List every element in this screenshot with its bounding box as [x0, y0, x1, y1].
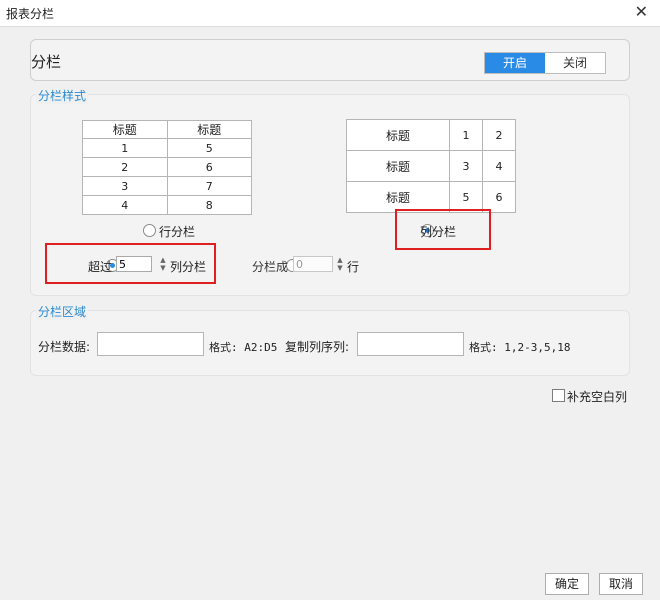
col-split-label: 列分栏 [420, 225, 457, 239]
col-preview-header: 标题 [345, 150, 451, 182]
ok-button[interactable]: 确定 [545, 573, 589, 595]
col-preview-cell: 3 [449, 150, 484, 182]
exceed-spinner-icon[interactable]: ▲ ▼ [158, 256, 168, 272]
row-preview-cell: 8 [166, 195, 252, 215]
col-preview-table: 标题 1 2 标题 3 4 标题 5 6 [345, 119, 516, 213]
toggle-off-button[interactable]: 关闭 [545, 53, 605, 73]
title-bar: 报表分栏 ✕ [0, 0, 660, 27]
row-preview-cell: 7 [166, 176, 252, 196]
toggle-on-button[interactable]: 开启 [485, 53, 545, 73]
split-data-label: 分栏数据: [38, 340, 91, 354]
col-preview-cell: 4 [482, 150, 516, 182]
fill-blank-columns-checkbox[interactable] [552, 389, 565, 402]
split-into-rows-input[interactable] [293, 256, 333, 272]
cancel-button[interactable]: 取消 [599, 573, 643, 595]
style-section-title: 分栏样式 [36, 87, 89, 104]
row-split-radio[interactable] [143, 224, 156, 237]
row-preview-cell: 3 [82, 176, 168, 196]
col-preview-header: 标题 [345, 181, 451, 213]
row-preview-header: 标题 [166, 120, 252, 139]
row-split-label: 行分栏 [159, 225, 196, 239]
row-preview-cell: 4 [82, 195, 168, 215]
copy-columns-input[interactable] [357, 332, 464, 356]
fill-blank-columns-label: 补充空白列 [567, 390, 628, 404]
split-into-suffix: 行 [347, 260, 360, 274]
col-preview-cell: 5 [449, 181, 484, 213]
col-preview-header: 标题 [345, 119, 451, 151]
split-label: 分栏 [31, 53, 62, 71]
split-toggle: 开启 关闭 [484, 52, 606, 74]
window-title: 报表分栏 [6, 7, 55, 21]
exceed-label: 超过 [88, 260, 113, 274]
copy-columns-label: 复制列序列: [285, 340, 350, 354]
row-preview-cell: 5 [166, 138, 252, 158]
col-preview-cell: 2 [482, 119, 516, 151]
split-data-input[interactable] [97, 332, 204, 356]
row-preview-header: 标题 [82, 120, 168, 139]
area-section-title: 分栏区域 [36, 303, 89, 320]
col-preview-cell: 6 [482, 181, 516, 213]
col-preview-cell: 1 [449, 119, 484, 151]
row-preview-table: 标题 标题 1 5 2 6 3 7 4 8 [82, 120, 252, 215]
row-preview-cell: 1 [82, 138, 168, 158]
exceed-suffix: 列分栏 [170, 260, 207, 274]
split-into-spinner-icon[interactable]: ▲ ▼ [335, 256, 345, 272]
row-preview-cell: 2 [82, 157, 168, 177]
split-data-format: 格式: A2:D5 [209, 341, 278, 354]
row-preview-cell: 6 [166, 157, 252, 177]
copy-columns-format: 格式: 1,2-3,5,18 [469, 341, 571, 354]
close-icon[interactable]: ✕ [635, 2, 648, 21]
split-into-label: 分栏成 [252, 260, 289, 274]
exceed-columns-input[interactable] [116, 256, 152, 272]
